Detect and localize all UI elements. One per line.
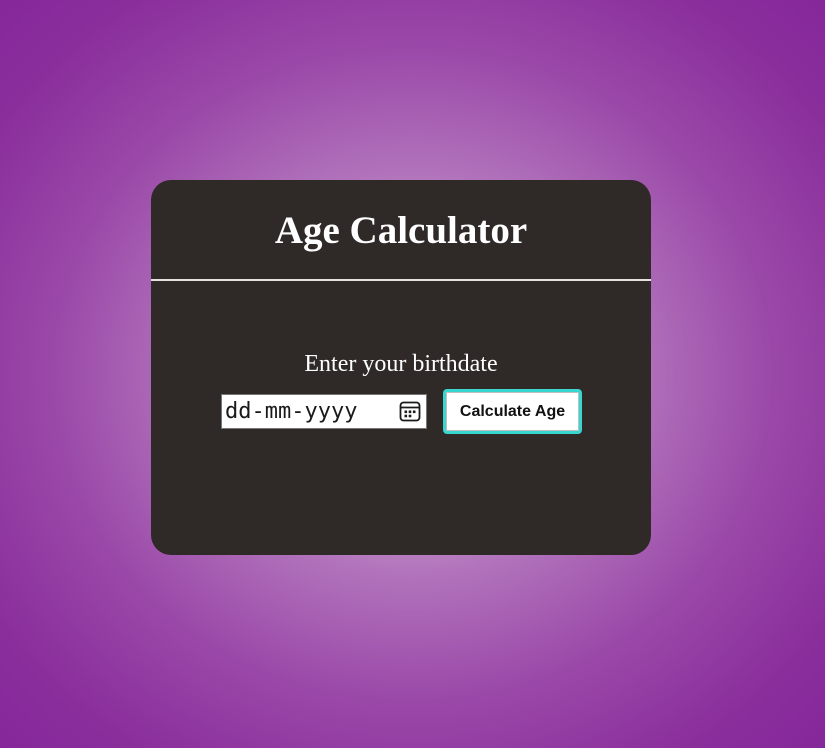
birthdate-placeholder: dd-mm-yyyy — [225, 399, 358, 424]
birthdate-controls: dd-mm-yyyy Calculate Age — [221, 389, 582, 434]
birthdate-prompt: Enter your birthdate — [304, 351, 498, 377]
birthdate-input[interactable]: dd-mm-yyyy — [221, 394, 427, 429]
page-title: Age Calculator — [274, 209, 528, 252]
card-header: Age Calculator — [151, 180, 651, 281]
age-calculator-card: Age Calculator Enter your birthdate dd-m… — [151, 180, 651, 555]
calendar-icon[interactable] — [398, 399, 422, 423]
calculate-age-button[interactable]: Calculate Age — [443, 389, 582, 434]
